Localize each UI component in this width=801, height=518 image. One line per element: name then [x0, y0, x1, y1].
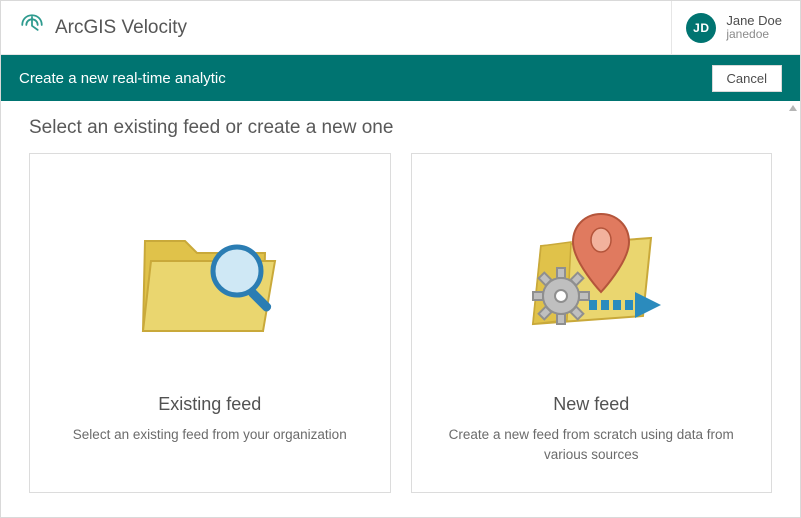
- velocity-logo-icon: [19, 12, 45, 43]
- card-new-feed[interactable]: New feed Create a new feed from scratch …: [411, 153, 773, 493]
- existing-feed-illustration-icon: [120, 186, 300, 366]
- app-frame: ArcGIS Velocity JD Jane Doe janedoe Crea…: [0, 0, 801, 518]
- sub-header: Create a new real-time analytic Cancel: [1, 55, 800, 101]
- sub-header-title: Create a new real-time analytic: [19, 70, 226, 87]
- section-title: Select an existing feed or create a new …: [29, 117, 772, 139]
- card-description: Create a new feed from scratch using dat…: [441, 425, 741, 464]
- card-existing-feed[interactable]: Existing feed Select an existing feed fr…: [29, 153, 391, 493]
- avatar-initials: JD: [693, 21, 709, 35]
- user-display-name: Jane Doe: [726, 14, 782, 28]
- content-wrap: Select an existing feed or create a new …: [1, 101, 800, 517]
- user-text: Jane Doe janedoe: [726, 14, 782, 41]
- scroll-up-icon[interactable]: [788, 103, 798, 113]
- brand-title: ArcGIS Velocity: [55, 17, 187, 39]
- card-description: Select an existing feed from your organi…: [73, 425, 347, 445]
- brand: ArcGIS Velocity: [19, 12, 187, 43]
- user-block[interactable]: JD Jane Doe janedoe: [671, 1, 782, 54]
- new-feed-illustration-icon: [501, 186, 681, 366]
- content: Select an existing feed or create a new …: [1, 101, 800, 517]
- cards-row: Existing feed Select an existing feed fr…: [29, 153, 772, 493]
- cancel-button[interactable]: Cancel: [712, 65, 782, 92]
- card-title: New feed: [553, 394, 629, 415]
- card-title: Existing feed: [158, 394, 261, 415]
- top-header: ArcGIS Velocity JD Jane Doe janedoe: [1, 1, 800, 55]
- avatar: JD: [686, 13, 716, 43]
- user-handle: janedoe: [726, 28, 782, 41]
